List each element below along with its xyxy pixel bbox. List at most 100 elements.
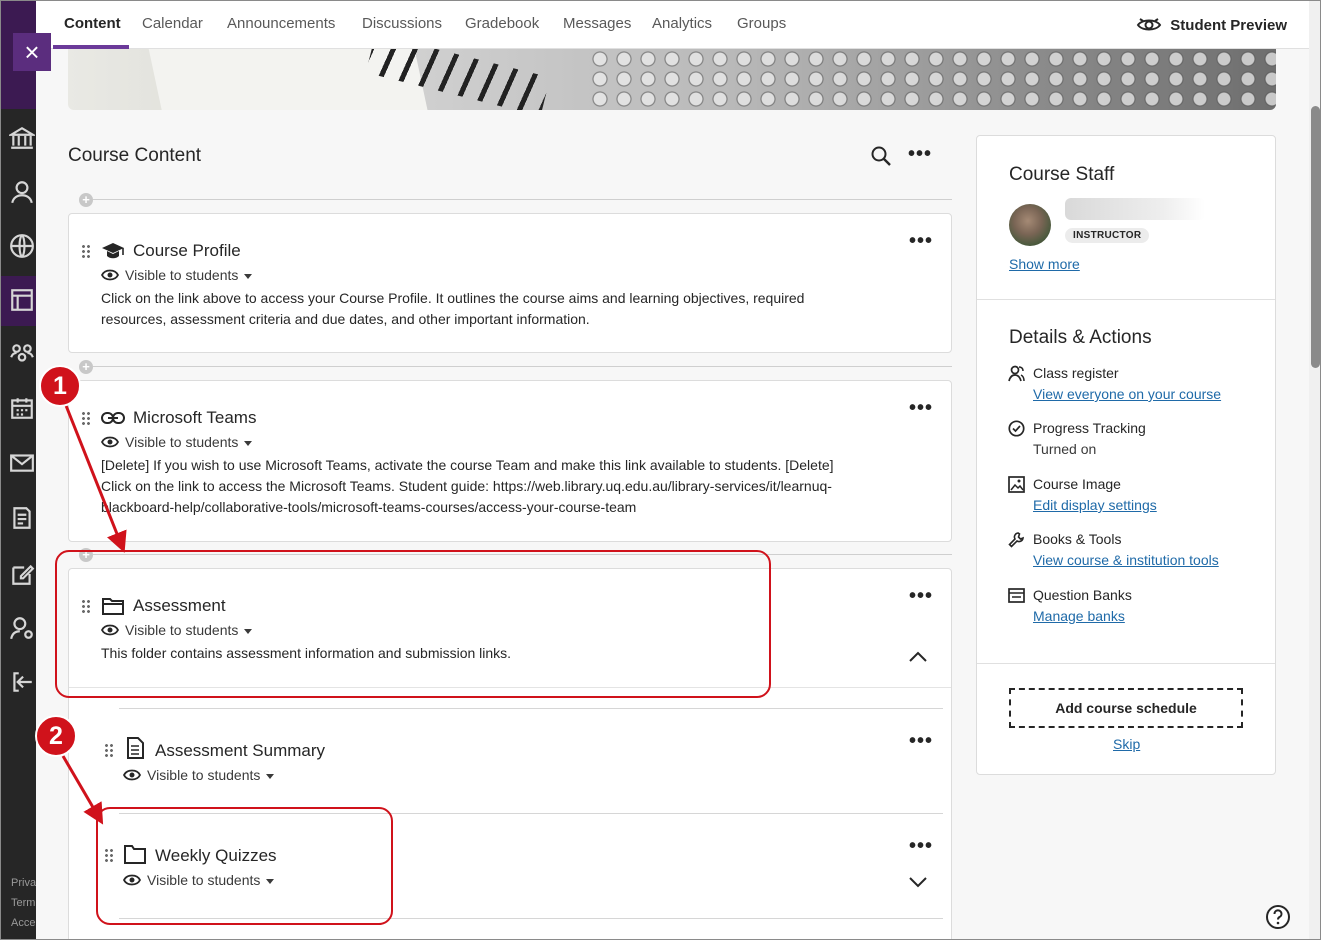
description-line: [Delete] If you wish to use Microsoft Te… (101, 457, 834, 473)
class-register-link[interactable]: View everyone on your course (1033, 386, 1221, 402)
visibility-label: Visible to students (125, 267, 239, 283)
question-bank-icon (1008, 588, 1025, 603)
profile-icon[interactable] (9, 179, 37, 207)
progress-tracking-status: Turned on (1033, 441, 1097, 457)
tab-discussions[interactable]: Discussions (362, 15, 442, 32)
item-more-button[interactable]: ••• (909, 730, 933, 753)
description-line: Click on the link above to access your C… (101, 290, 805, 306)
student-preview-icon (1137, 18, 1162, 31)
item-more-button[interactable]: ••• (909, 835, 933, 858)
course-tabs: Content Calendar Announcements Discussio… (36, 1, 1309, 49)
callout-badge-1: 1 (39, 365, 81, 407)
app-window: Priva Term Acce × Content Calendar Annou… (0, 0, 1321, 940)
eye-icon (123, 769, 141, 781)
add-course-schedule-button[interactable]: Add course schedule (1009, 688, 1243, 728)
callout-badge-2: 2 (35, 715, 77, 757)
course-image-label: Course Image (1033, 476, 1121, 492)
graduation-cap-icon (102, 243, 124, 259)
student-preview-label: Student Preview (1170, 17, 1287, 34)
course-content-more-button[interactable]: ••• (908, 143, 932, 166)
image-icon (1008, 476, 1025, 493)
content-item-microsoft-teams[interactable]: Microsoft Teams Visible to students [Del… (68, 380, 952, 542)
instructor-name-redacted[interactable] (1065, 198, 1205, 220)
chevron-down-icon[interactable] (908, 876, 928, 888)
caret-down-icon (244, 440, 253, 446)
content-item-course-profile[interactable]: Course Profile Visible to students Click… (68, 213, 952, 353)
tab-groups[interactable]: Groups (737, 15, 786, 32)
globe-icon[interactable] (9, 233, 37, 261)
people-icon (1008, 365, 1025, 382)
eye-icon (101, 269, 119, 281)
progress-tracking-label: Progress Tracking (1033, 420, 1146, 436)
help-icon[interactable] (1265, 904, 1291, 930)
institution-icon[interactable] (7, 125, 37, 153)
student-preview-button[interactable]: Student Preview (1137, 17, 1287, 34)
check-circle-icon (1008, 420, 1025, 437)
terms-link[interactable]: Term (11, 897, 35, 909)
question-banks-label: Question Banks (1033, 587, 1132, 603)
scrollbar-thumb[interactable] (1311, 106, 1320, 368)
visibility-dropdown[interactable]: Visible to students (101, 267, 253, 283)
highlight-weekly-quizzes-box (96, 807, 393, 925)
chevron-up-icon[interactable] (908, 651, 928, 663)
user-admin-icon[interactable] (9, 615, 37, 643)
page-scrollbar[interactable] (1309, 1, 1320, 939)
item-description: [Delete] If you wish to use Microsoft Te… (101, 455, 941, 518)
courses-icon[interactable] (9, 287, 37, 315)
tools-icon[interactable] (9, 561, 37, 589)
item-more-button[interactable]: ••• (909, 230, 933, 253)
nested-divider (119, 708, 943, 709)
tab-gradebook[interactable]: Gradebook (465, 15, 539, 32)
question-banks-link[interactable]: Manage banks (1033, 608, 1125, 624)
drag-handle-icon[interactable] (81, 244, 91, 258)
drag-handle-icon[interactable] (81, 411, 91, 425)
avatar[interactable] (1009, 204, 1051, 246)
messages-icon[interactable] (9, 449, 37, 477)
course-image-link[interactable]: Edit display settings (1033, 497, 1157, 513)
item-more-button[interactable]: ••• (909, 585, 933, 608)
course-staff-heading: Course Staff (1009, 164, 1115, 185)
description-line: Click on the link to access the Microsof… (101, 478, 832, 494)
link-icon (101, 412, 125, 424)
document-icon (127, 737, 144, 759)
description-line: blackboard-help/collaborative-tools/micr… (101, 499, 637, 515)
global-sidebar: Priva Term Acce (1, 1, 37, 939)
highlight-assessment-box (55, 550, 771, 698)
drag-handle-icon[interactable] (104, 743, 114, 757)
search-icon[interactable] (870, 145, 892, 167)
tab-analytics[interactable]: Analytics (652, 15, 712, 32)
tab-content[interactable]: Content (64, 15, 121, 32)
item-title[interactable]: Course Profile (133, 241, 241, 261)
details-actions-heading: Details & Actions (1009, 327, 1152, 348)
sign-out-icon[interactable] (9, 669, 37, 697)
skip-link[interactable]: Skip (1113, 736, 1140, 752)
grades-icon[interactable] (9, 505, 37, 533)
panel-separator (977, 299, 1275, 300)
visibility-label: Visible to students (125, 434, 239, 450)
add-content-plus-icon[interactable]: + (79, 360, 93, 374)
panel-separator (977, 663, 1275, 664)
privacy-link[interactable]: Priva (11, 877, 36, 889)
groups-icon[interactable] (9, 341, 37, 369)
item-title[interactable]: Assessment Summary (155, 741, 325, 761)
add-content-divider (93, 366, 952, 367)
close-course-button[interactable]: × (13, 33, 51, 71)
tab-messages[interactable]: Messages (563, 15, 631, 32)
accessibility-link[interactable]: Acce (11, 917, 35, 929)
visibility-dropdown[interactable]: Visible to students (101, 434, 253, 450)
add-content-plus-icon[interactable]: + (79, 193, 93, 207)
visibility-dropdown[interactable]: Visible to students (123, 767, 275, 783)
visibility-label: Visible to students (147, 767, 261, 783)
books-tools-link[interactable]: View course & institution tools (1033, 552, 1219, 568)
item-title[interactable]: Microsoft Teams (133, 408, 256, 428)
caret-down-icon (244, 273, 253, 279)
show-more-link[interactable]: Show more (1009, 256, 1080, 272)
item-more-button[interactable]: ••• (909, 397, 933, 420)
eye-icon (101, 436, 119, 448)
instructor-role-badge: INSTRUCTOR (1065, 228, 1150, 243)
calendar-icon[interactable] (9, 395, 37, 423)
add-content-divider (93, 199, 952, 200)
tab-announcements[interactable]: Announcements (227, 15, 335, 32)
tab-calendar[interactable]: Calendar (142, 15, 203, 32)
item-description: Click on the link above to access your C… (101, 288, 941, 330)
